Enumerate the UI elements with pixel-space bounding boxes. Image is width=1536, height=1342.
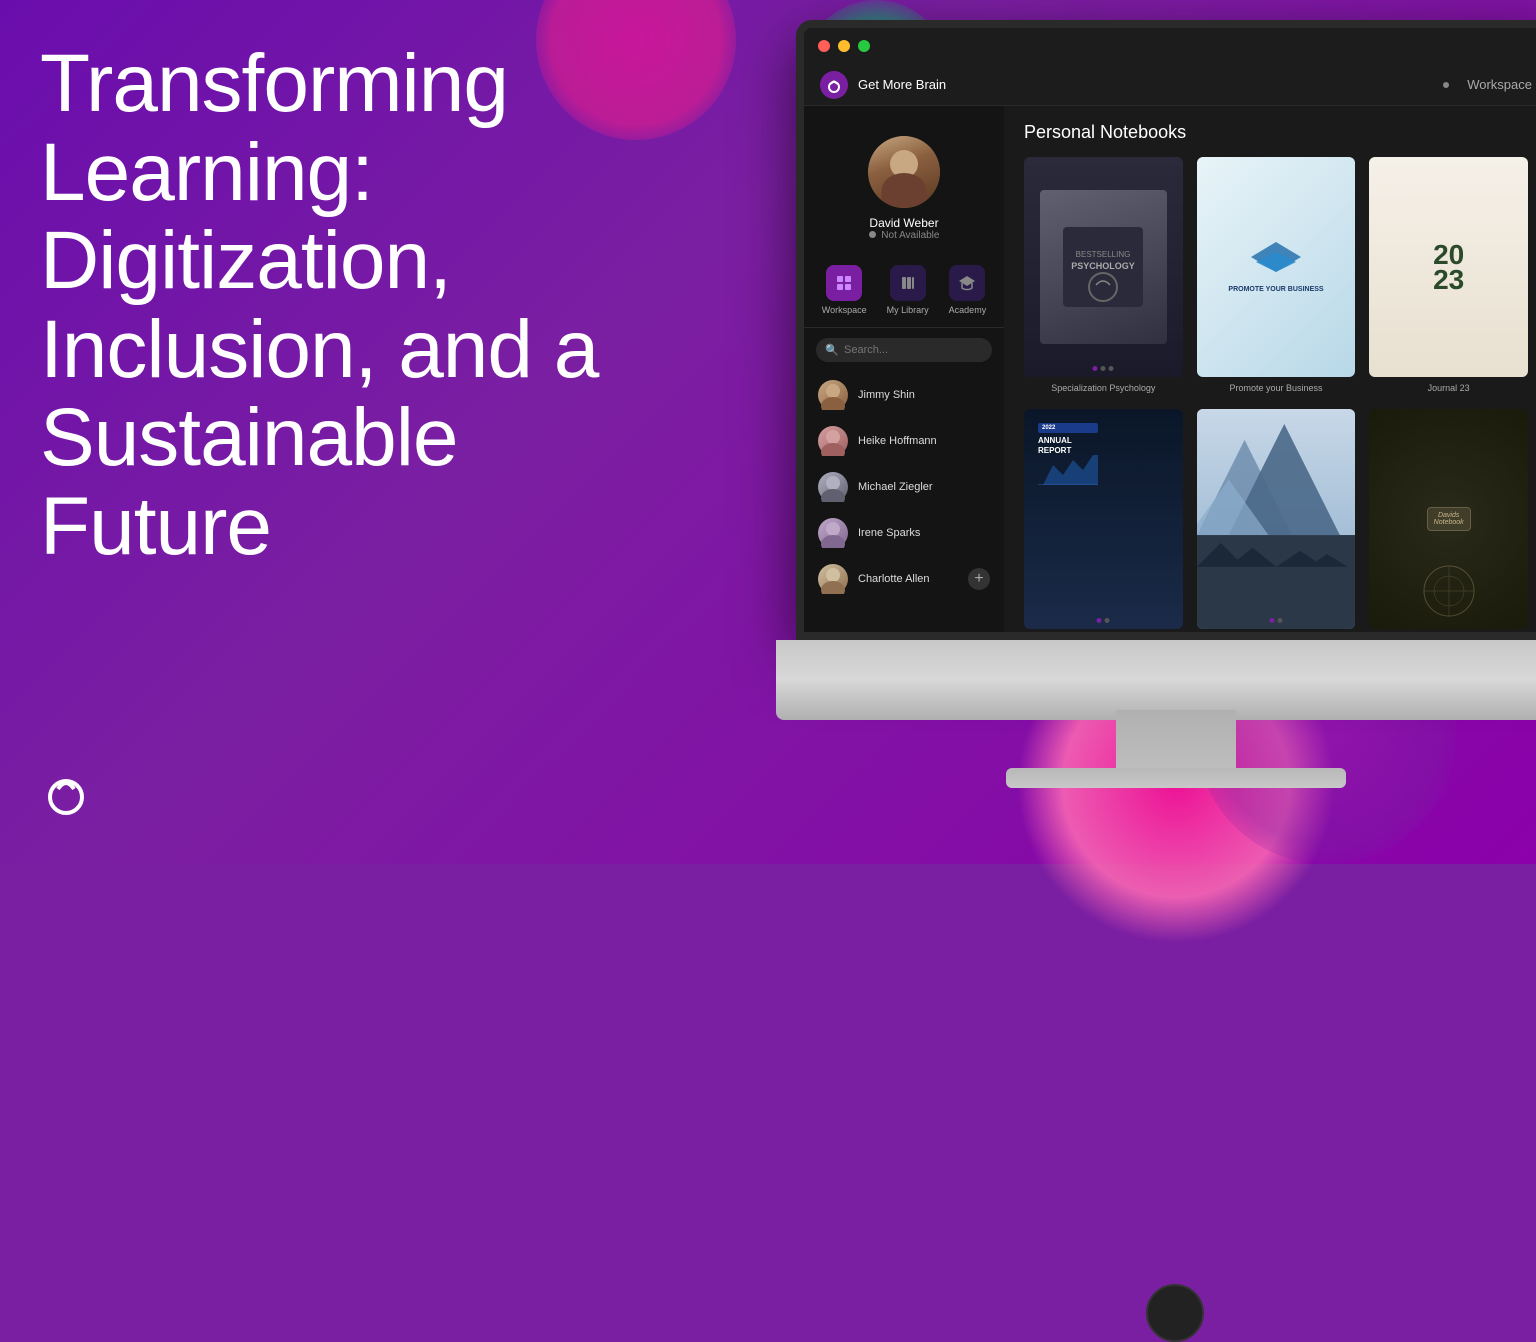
contact-name-irene: Irene Sparks: [858, 527, 920, 539]
hero-section: Transforming Learning: Digitization, Inc…: [40, 40, 660, 571]
davids-title: DavidsNotebook: [1434, 512, 1464, 526]
notebook-cover-psychology: BESTSELLING PSYCHOLOGY: [1024, 157, 1183, 377]
user-avatar-image: [868, 136, 940, 208]
monitor-screen: Get More Brain Workspace: [796, 20, 1536, 640]
contact-name-heike: Heike Hoffmann: [858, 435, 937, 447]
notebook-mountains[interactable]: Mountains: [1197, 409, 1356, 632]
avatar-irene: [818, 518, 848, 548]
nav-academy[interactable]: Academy: [949, 265, 987, 315]
davids-label-box: DavidsNotebook: [1427, 507, 1471, 531]
notebook-cover-business: PROMOTE YOUR BUSINESS: [1197, 157, 1356, 377]
notebook-journal[interactable]: 2023 Journal 23: [1369, 157, 1528, 395]
add-contact-button[interactable]: +: [968, 568, 990, 590]
notebook-cover-mountains: [1197, 409, 1356, 629]
app-topbar: Get More Brain Workspace: [804, 64, 1536, 106]
workspace-label: Workspace: [1467, 77, 1532, 92]
notebook-psychology[interactable]: BESTSELLING PSYCHOLOGY: [1024, 157, 1183, 395]
contact-heike[interactable]: Heike Hoffmann: [804, 418, 1004, 464]
monitor-button: [1146, 1284, 1204, 1342]
contact-charlotte[interactable]: Charlotte Allen +: [804, 556, 1004, 602]
library-icon-box: [890, 265, 926, 301]
notebooks-grid: BESTSELLING PSYCHOLOGY: [1004, 157, 1536, 632]
business-text: PROMOTE YOUR BUSINESS: [1228, 286, 1323, 293]
user-status: Not Available: [869, 230, 940, 241]
app-name: Get More Brain: [858, 77, 946, 92]
notebook-cover-davids: DavidsNotebook: [1369, 409, 1528, 629]
contact-name-charlotte: Charlotte Allen: [858, 573, 930, 585]
app-screen: Get More Brain Workspace: [804, 28, 1536, 632]
notebook-label-business: Promote your Business: [1229, 383, 1322, 395]
user-avatar: [868, 136, 940, 208]
search-container: 🔍: [804, 328, 1004, 372]
notebook-business[interactable]: PROMOTE YOUR BUSINESS Promote your Busin…: [1197, 157, 1356, 395]
hero-title: Transforming Learning: Digitization, Inc…: [40, 40, 660, 571]
nav-workspace-label: Workspace: [822, 305, 867, 315]
avatar-michael: [818, 472, 848, 502]
contact-jimmy[interactable]: Jimmy Shin: [804, 372, 1004, 418]
mountains-progress: [1269, 618, 1282, 623]
notebooks-title: Personal Notebooks: [1024, 122, 1528, 143]
user-name: David Weber: [869, 216, 938, 230]
psych-progress: [1093, 366, 1114, 371]
user-profile: David Weber Not Available: [868, 118, 940, 253]
monitor-inner: David Weber Not Available: [804, 106, 1536, 632]
right-panel: Personal Notebooks BESTSELLING: [1004, 106, 1536, 632]
title-bar: [804, 28, 1536, 64]
avatar-jimmy: [818, 380, 848, 410]
notebook-label-psychology: Specialization Psychology: [1051, 383, 1155, 395]
contact-irene[interactable]: Irene Sparks: [804, 510, 1004, 556]
nav-library[interactable]: My Library: [887, 265, 929, 315]
bottom-logo: [40, 767, 92, 824]
monitor-base: [1006, 768, 1346, 788]
avatar-charlotte: [818, 564, 848, 594]
search-wrapper: 🔍: [816, 338, 992, 362]
svg-text:PSYCHOLOGY: PSYCHOLOGY: [1072, 261, 1136, 271]
contact-name-michael: Michael Ziegler: [858, 481, 933, 493]
notebook-cover-annual: 2022 ANNUALREPORT: [1024, 409, 1183, 629]
contact-list: Jimmy Shin Heike Hoffmann: [804, 372, 1004, 632]
workspace-icon-box: [826, 265, 862, 301]
nav-workspace[interactable]: Workspace: [822, 265, 867, 315]
app-dot: [1443, 82, 1449, 88]
psychology-image: BESTSELLING PSYCHOLOGY: [1040, 190, 1167, 344]
nav-library-label: My Library: [887, 305, 929, 315]
notebook-cover-journal: 2023: [1369, 157, 1528, 377]
search-input[interactable]: [816, 338, 992, 362]
academy-icon-box: [949, 265, 985, 301]
annual-title: ANNUALREPORT: [1038, 436, 1098, 455]
notebook-annual[interactable]: 2022 ANNUALREPORT: [1024, 409, 1183, 632]
annual-progress: [1097, 618, 1110, 623]
annual-badge: 2022: [1038, 423, 1098, 433]
avatar-heike: [818, 426, 848, 456]
notebook-label-journal: Journal 23: [1428, 383, 1470, 395]
contact-michael[interactable]: Michael Ziegler: [804, 464, 1004, 510]
svg-text:BESTSELLING: BESTSELLING: [1076, 250, 1131, 259]
journal-year: 2023: [1433, 242, 1464, 292]
notebooks-section: Personal Notebooks: [1004, 106, 1536, 157]
monitor-bezel: [776, 640, 1536, 720]
status-indicator: [869, 231, 876, 238]
monitor: Get More Brain Workspace: [776, 20, 1536, 800]
notebook-davids[interactable]: DavidsNotebook Davids Notebook: [1369, 409, 1528, 632]
search-icon: 🔍: [825, 344, 839, 357]
nav-academy-label: Academy: [949, 305, 987, 315]
contact-name-jimmy: Jimmy Shin: [858, 389, 915, 401]
traffic-light-yellow[interactable]: [838, 40, 850, 52]
nav-icons: Workspace My Library: [804, 253, 1004, 328]
app-logo: [820, 71, 848, 99]
traffic-light-red[interactable]: [818, 40, 830, 52]
left-panel: David Weber Not Available: [804, 106, 1004, 632]
traffic-light-green[interactable]: [858, 40, 870, 52]
